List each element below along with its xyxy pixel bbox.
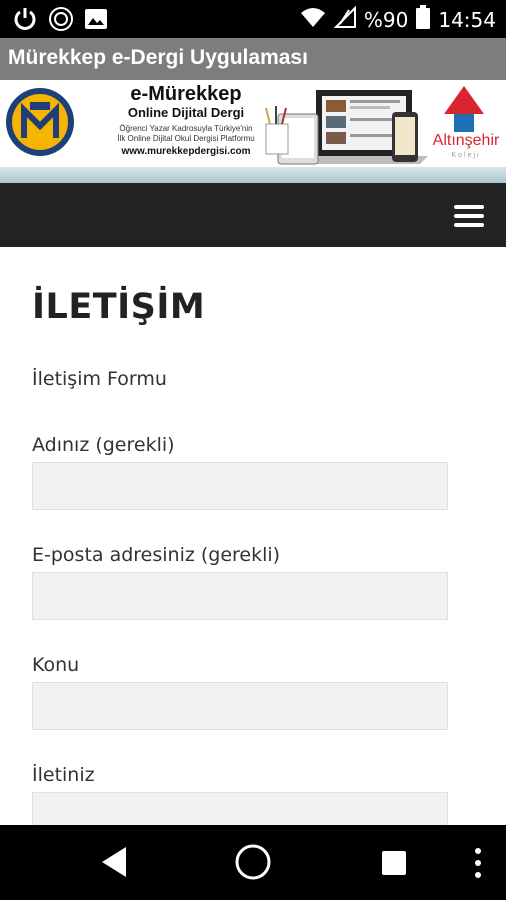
name-field[interactable] bbox=[32, 462, 448, 510]
main-content: İLETİŞİM İletişim Formu Adınız (gerekli)… bbox=[0, 247, 506, 832]
banner-text: e-Mürekkep Online Dijital Dergi Öğrenci … bbox=[96, 84, 276, 157]
home-icon[interactable] bbox=[234, 843, 272, 885]
brand-title: e-Mürekkep bbox=[130, 83, 242, 105]
site-navbar bbox=[0, 183, 506, 247]
more-vert-icon[interactable] bbox=[472, 845, 484, 885]
app-title: Mürekkep e-Dergi Uygulaması bbox=[8, 46, 308, 69]
clock: 14:54 bbox=[438, 7, 496, 32]
banner-strip bbox=[0, 167, 506, 183]
partner-name: Altınşehir bbox=[432, 132, 500, 149]
battery-icon bbox=[416, 5, 431, 34]
status-bar: %90 14:54 bbox=[0, 0, 506, 38]
email-label: E-posta adresiniz (gerekli) bbox=[32, 544, 281, 566]
power-icon bbox=[12, 6, 38, 36]
image-icon bbox=[84, 8, 108, 34]
partner-sub: Koleji bbox=[451, 152, 481, 159]
system-nav-bar bbox=[0, 825, 506, 900]
form-title: İletişim Formu bbox=[32, 368, 167, 390]
website: www.murekkepdergisi.com bbox=[121, 146, 251, 157]
name-label: Adınız (gerekli) bbox=[32, 434, 175, 456]
menu-icon[interactable] bbox=[454, 205, 484, 227]
subject-field[interactable] bbox=[32, 682, 448, 730]
wifi-icon bbox=[300, 6, 326, 33]
subject-label: Konu bbox=[32, 654, 80, 676]
tagline-2: İlk Online Dijital Okul Dergisi Platform… bbox=[117, 134, 255, 143]
message-label: İletiniz bbox=[32, 764, 95, 786]
battery-label: %90 bbox=[363, 7, 409, 32]
back-icon[interactable] bbox=[100, 845, 128, 883]
tagline-1: Öğrenci Yazar Kadrosuyla Türkiye'nin bbox=[119, 124, 253, 133]
signal-icon bbox=[333, 5, 356, 33]
recents-icon[interactable] bbox=[380, 849, 408, 881]
page-title: İLETİŞİM bbox=[32, 287, 206, 327]
app-title-bar: Mürekkep e-Dergi Uygulaması bbox=[0, 38, 506, 80]
email-field[interactable] bbox=[32, 572, 448, 620]
sync-icon bbox=[48, 6, 74, 36]
brand-subtitle: Online Dijital Dergi bbox=[127, 105, 245, 120]
